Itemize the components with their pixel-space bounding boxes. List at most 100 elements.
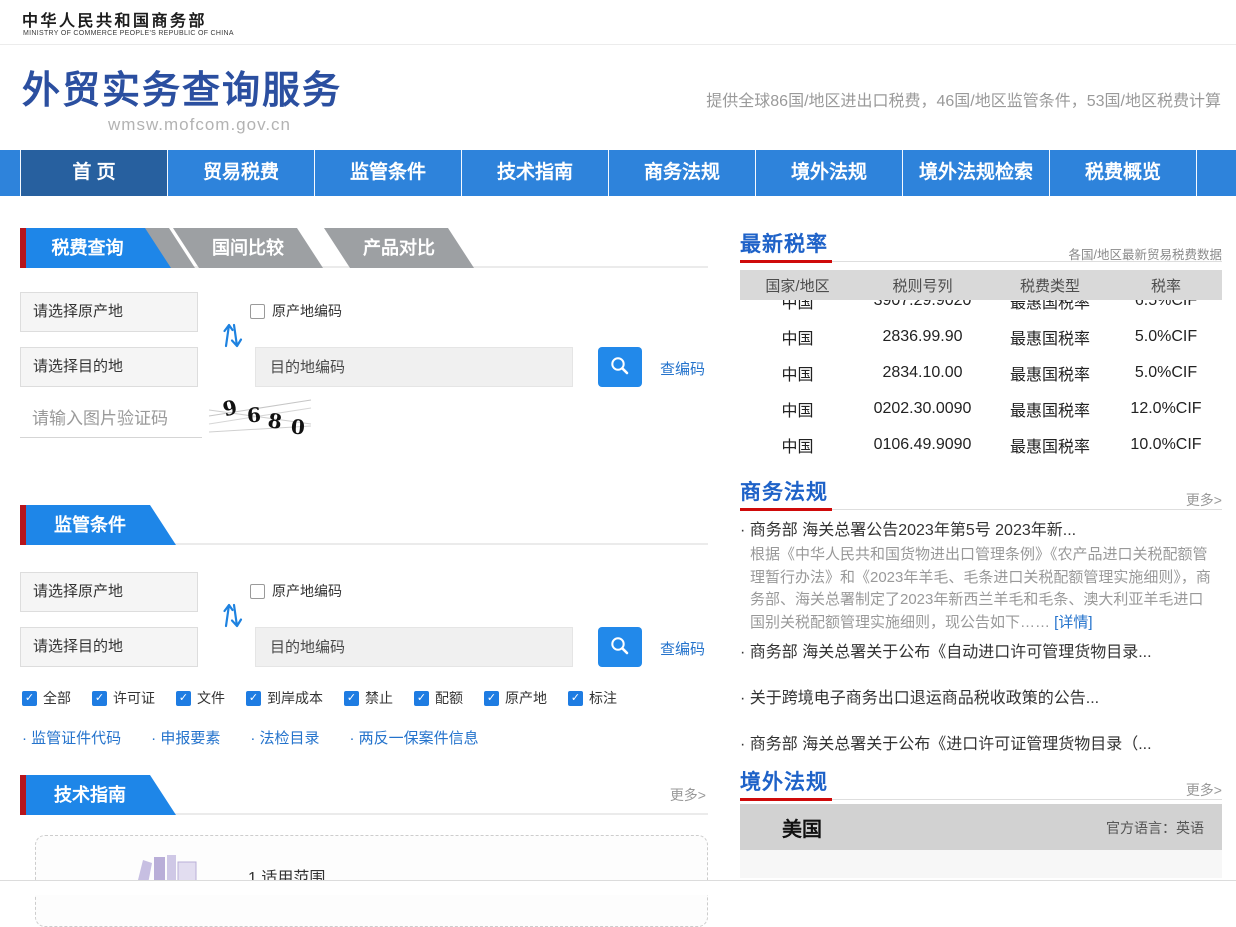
captcha-input[interactable]	[20, 400, 202, 438]
business-laws-title: 商务法规	[740, 476, 828, 506]
org-name-cn: 中华人民共和国商务部	[22, 7, 207, 31]
captcha-image[interactable]: 9 6 8 0	[207, 394, 313, 440]
rates-table-header: 国家/地区 税则号列 税费类型 税率	[740, 270, 1222, 300]
checked-checkbox-icon	[484, 691, 499, 706]
regulation-section-header: 监管条件	[20, 505, 708, 545]
foreign-laws-header: 境外法规 更多>	[740, 766, 1222, 802]
foreign-laws-more-link[interactable]: 更多>	[1186, 780, 1222, 800]
nav-item-business-laws[interactable]: 商务法规	[608, 150, 755, 196]
checked-checkbox-icon	[414, 691, 429, 706]
filter-license[interactable]: 许可证	[92, 688, 155, 708]
lookup-code-link[interactable]: 查编码	[660, 638, 705, 659]
checked-checkbox-icon	[246, 691, 261, 706]
red-accent-bar	[20, 505, 26, 545]
nav-item-tech-guide[interactable]: 技术指南	[461, 150, 608, 196]
origin-code-checkbox-row[interactable]: 原产地编码	[250, 581, 342, 601]
tab-country-compare[interactable]: 国间比较	[173, 228, 323, 268]
tax-query-form: 请选择原产地 原产地编码 请选择目的地 查编码	[20, 292, 708, 444]
link-declaration-elements[interactable]: · 申报要素	[151, 727, 220, 748]
swap-arrows-icon[interactable]	[218, 319, 244, 351]
nav-item-foreign-laws-search[interactable]: 境外法规检索	[902, 150, 1049, 196]
nav-item-tax-overview[interactable]: 税费概览	[1049, 150, 1197, 196]
regulation-section-tab: 监管条件	[26, 505, 176, 545]
link-trade-remedy-cases[interactable]: · 两反一保案件信息	[350, 727, 479, 748]
rate-row[interactable]: 中国 0106.49.9090 最惠国税率 10.0%CIF	[740, 427, 1222, 463]
red-accent-bar	[20, 775, 26, 815]
col-hs-code: 税则号列	[855, 275, 990, 296]
link-inspection-catalog[interactable]: · 法检目录	[250, 727, 319, 748]
destination-code-input[interactable]	[255, 347, 573, 387]
site-domain: wmsw.mofcom.gov.cn	[108, 115, 291, 135]
news-item[interactable]: · 商务部 海关总署关于公布《进口许可证管理货物目录（...	[740, 730, 1152, 754]
foreign-laws-country-panel[interactable]: 美国 官方语言：英语	[740, 804, 1222, 850]
left-column: 税费查询 国间比较 产品对比 请选择原产地 原产地编码 请选择目的地 查编码	[20, 228, 708, 894]
origin-code-checkbox[interactable]	[250, 304, 265, 319]
business-laws-header: 商务法规 更多>	[740, 476, 1222, 512]
origin-code-label: 原产地编码	[272, 301, 342, 321]
origin-code-checkbox-row[interactable]: 原产地编码	[250, 301, 342, 321]
filter-origin[interactable]: 原产地	[484, 688, 547, 708]
news-item-featured[interactable]: · 商务部 海关总署公告2023年第5号 2023年新...	[740, 516, 1076, 540]
business-laws-more-link[interactable]: 更多>	[1186, 490, 1222, 510]
magnifier-icon	[608, 355, 632, 377]
link-regulatory-cert-codes[interactable]: · 监管证件代码	[22, 727, 121, 748]
search-button[interactable]	[598, 347, 642, 387]
red-accent-bar	[20, 228, 26, 268]
destination-select[interactable]: 请选择目的地	[20, 627, 198, 667]
tech-guide-section-tab: 技术指南	[26, 775, 176, 815]
foreign-laws-title: 境外法规	[740, 766, 828, 796]
nav-item-trade-tax[interactable]: 贸易税费	[167, 150, 314, 196]
main-nav: 首 页 贸易税费 监管条件 技术指南 商务法规 境外法规 境外法规检索 税费概览	[0, 150, 1236, 196]
captcha-digit: 6	[246, 403, 262, 428]
rate-row[interactable]: 中国 0202.30.0090 最惠国税率 12.0%CIF	[740, 391, 1222, 427]
checked-checkbox-icon	[568, 691, 583, 706]
site-title: 外贸实务查询服务	[22, 59, 342, 114]
news-item[interactable]: · 商务部 海关总署关于公布《自动进口许可管理货物目录...	[740, 638, 1152, 662]
country-language: 官方语言：英语	[1106, 818, 1204, 838]
origin-code-checkbox[interactable]	[250, 584, 265, 599]
latest-rates-header: 最新税率 各国/地区最新贸易税费数据	[740, 228, 1222, 264]
lookup-code-link[interactable]: 查编码	[660, 358, 705, 379]
org-name-en: MINISTRY OF COMMERCE PEOPLE'S REPUBLIC O…	[23, 30, 234, 37]
origin-code-label: 原产地编码	[272, 581, 342, 601]
latest-rates-subtitle: 各国/地区最新贸易税费数据	[1069, 244, 1222, 263]
checked-checkbox-icon	[22, 691, 37, 706]
destination-code-input[interactable]	[255, 627, 573, 667]
tech-guide-more-link[interactable]: 更多>	[670, 785, 706, 805]
query-tab-bar: 税费查询 国间比较 产品对比	[20, 228, 708, 268]
regulation-filters: 全部 许可证 文件 到岸成本 禁止 配额 原产地 标注	[22, 688, 617, 708]
filter-document[interactable]: 文件	[176, 688, 225, 708]
captcha-digit: 0	[290, 415, 306, 440]
filter-quota[interactable]: 配额	[414, 688, 463, 708]
nav-item-home[interactable]: 首 页	[20, 150, 167, 196]
tech-guide-section-header: 技术指南 更多>	[20, 775, 708, 815]
nav-item-regulatory[interactable]: 监管条件	[314, 150, 461, 196]
rate-row[interactable]: 中国 2836.99.90 最惠国税率 5.0%CIF	[740, 319, 1222, 355]
rate-row[interactable]: 中国 2834.10.00 最惠国税率 5.0%CIF	[740, 355, 1222, 391]
site-tagline: 提供全球86国/地区进出口税费，46国/地区监管条件，53国/地区税费计算	[706, 87, 1221, 111]
filter-all[interactable]: 全部	[22, 688, 71, 708]
checked-checkbox-icon	[176, 691, 191, 706]
origin-select[interactable]: 请选择原产地	[20, 292, 198, 332]
country-name: 美国	[782, 813, 822, 842]
red-underline	[740, 260, 832, 263]
magnifier-icon	[608, 635, 632, 657]
news-summary: 根据《中华人民共和国货物进出口管理条例》《农产品进口关税配额管理暂行办法》和《2…	[740, 544, 1214, 634]
origin-select[interactable]: 请选择原产地	[20, 572, 198, 612]
news-item[interactable]: · 关于跨境电子商务出口退运商品税收政策的公告...	[740, 684, 1099, 708]
top-org-bar: 中华人民共和国商务部 MINISTRY OF COMMERCE PEOPLE'S…	[0, 0, 1236, 45]
destination-select[interactable]: 请选择目的地	[20, 347, 198, 387]
filter-marking[interactable]: 标注	[568, 688, 617, 708]
rate-row[interactable]: 中国 3907.29.9020 最惠国税率 6.5%CIF	[740, 300, 1222, 319]
swap-arrows-icon[interactable]	[218, 599, 244, 631]
filter-prohibited[interactable]: 禁止	[344, 688, 393, 708]
tab-product-compare[interactable]: 产品对比	[324, 228, 474, 268]
checked-checkbox-icon	[344, 691, 359, 706]
filter-cif-cost[interactable]: 到岸成本	[246, 688, 323, 708]
search-button[interactable]	[598, 627, 642, 667]
foreign-laws-next-panel	[740, 850, 1222, 878]
detail-link[interactable]: [详情]	[1054, 614, 1092, 631]
rates-ticker-viewport: 中国 3907.29.9020 最惠国税率 6.5%CIF 中国 2836.99…	[740, 300, 1222, 463]
site-banner: 外贸实务查询服务 wmsw.mofcom.gov.cn 提供全球86国/地区进出…	[0, 45, 1236, 150]
nav-item-foreign-laws[interactable]: 境外法规	[755, 150, 902, 196]
